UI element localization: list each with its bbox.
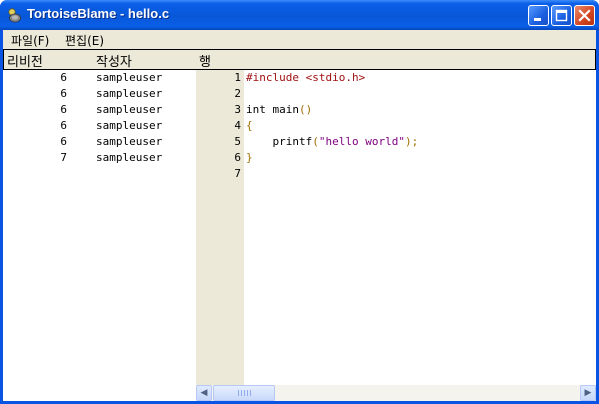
tortoiseblame-window: TortoiseBlame - hello.c 파일(F) 편집(E) 리비전 … bbox=[0, 0, 599, 404]
window-title: TortoiseBlame - hello.c bbox=[27, 6, 170, 21]
header-author: 작성자 bbox=[96, 55, 132, 70]
maximize-icon bbox=[555, 9, 568, 22]
blame-author: sampleuser bbox=[96, 135, 163, 148]
chevron-right-icon: ▶ bbox=[584, 388, 592, 398]
minimize-button[interactable] bbox=[528, 5, 549, 26]
close-button[interactable] bbox=[574, 5, 595, 26]
maximize-button[interactable] bbox=[551, 5, 572, 26]
scroll-left-button[interactable]: ◀ bbox=[196, 385, 212, 401]
minimize-icon bbox=[534, 18, 541, 21]
menu-bar: 파일(F) 편집(E) bbox=[3, 30, 596, 49]
header-revision: 리비전 bbox=[7, 55, 43, 70]
scroll-right-button[interactable]: ▶ bbox=[580, 385, 596, 401]
blame-pane[interactable]: 6 sampleuser 6 sampleuser 6 sampleuser 6… bbox=[3, 70, 196, 401]
grip-icon bbox=[238, 390, 252, 396]
blame-revision: 6 bbox=[60, 103, 67, 116]
code-line: printf("hello world"); bbox=[246, 135, 419, 148]
chevron-left-icon: ◀ bbox=[200, 388, 208, 398]
line-number: 5 bbox=[234, 135, 241, 148]
line-number: 4 bbox=[234, 119, 241, 132]
menu-edit[interactable]: 편집(E) bbox=[65, 32, 104, 49]
horizontal-scrollbar[interactable]: ◀ ▶ bbox=[196, 385, 596, 401]
blame-author: sampleuser bbox=[96, 71, 163, 84]
line-number-gutter: 1 2 3 4 5 6 7 bbox=[196, 70, 244, 385]
title-bar[interactable]: TortoiseBlame - hello.c bbox=[0, 0, 599, 30]
code-line: } bbox=[246, 151, 253, 164]
blame-author: sampleuser bbox=[96, 151, 163, 164]
scrollbar-thumb[interactable] bbox=[213, 385, 275, 401]
blame-author: sampleuser bbox=[96, 119, 163, 132]
menu-file[interactable]: 파일(F) bbox=[11, 32, 49, 49]
line-number: 7 bbox=[234, 167, 241, 180]
tortoise-icon bbox=[8, 8, 21, 23]
line-number: 1 bbox=[234, 71, 241, 84]
column-header: 리비전 작성자 행 bbox=[3, 49, 596, 70]
blame-revision: 6 bbox=[60, 87, 67, 100]
code-line: int main() bbox=[246, 103, 313, 116]
client-area: 파일(F) 편집(E) 리비전 작성자 행 6 sampleuser 6 sam… bbox=[3, 30, 596, 401]
line-number: 6 bbox=[234, 151, 241, 164]
blame-author: sampleuser bbox=[96, 103, 163, 116]
code-line: #include <stdio.h> bbox=[246, 71, 366, 84]
header-line: 행 bbox=[199, 55, 211, 70]
blame-revision: 7 bbox=[60, 151, 67, 164]
line-number: 2 bbox=[234, 87, 241, 100]
line-number: 3 bbox=[234, 103, 241, 116]
code-pane[interactable]: #include <stdio.h> int main() { printf("… bbox=[244, 70, 596, 385]
close-icon bbox=[578, 9, 591, 22]
blame-revision: 6 bbox=[60, 135, 67, 148]
blame-revision: 6 bbox=[60, 119, 67, 132]
blame-author: sampleuser bbox=[96, 87, 163, 100]
code-line: { bbox=[246, 119, 253, 132]
blame-revision: 6 bbox=[60, 71, 67, 84]
